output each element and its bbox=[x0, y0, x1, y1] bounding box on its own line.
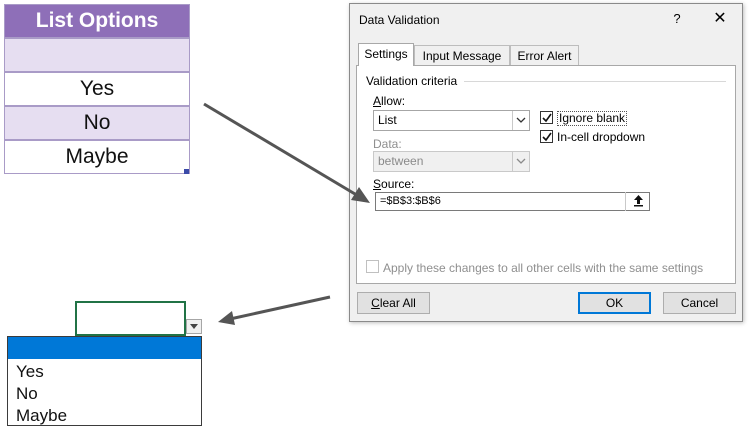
tab-settings[interactable]: Settings bbox=[358, 43, 414, 66]
arrow-to-source-icon bbox=[203, 102, 370, 203]
arrow-to-dropdown-icon bbox=[218, 295, 331, 325]
